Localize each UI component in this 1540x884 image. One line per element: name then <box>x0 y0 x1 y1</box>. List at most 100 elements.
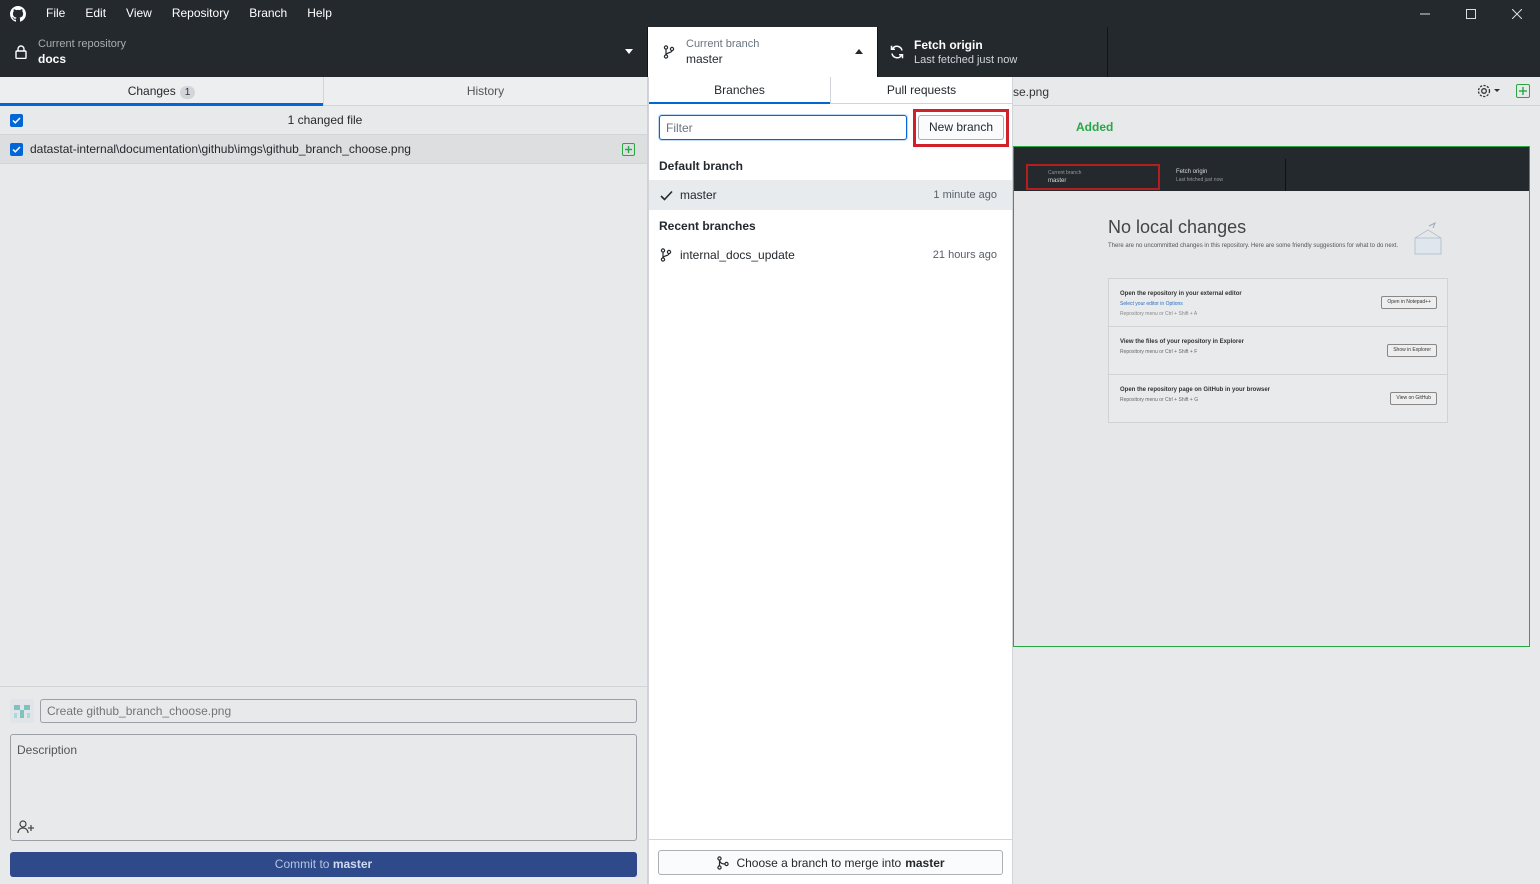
commit-description-field[interactable]: Description <box>10 734 637 841</box>
file-path: datastat-internal\documentation\github\i… <box>30 142 411 156</box>
current-branch-button[interactable]: Current branch master <box>648 27 878 77</box>
avatar <box>10 699 34 723</box>
preview-row-sub: Select your editor in Options <box>1120 301 1183 307</box>
diff-header: se.png <box>1013 77 1540 106</box>
toolbar: Current repository docs Current branch m… <box>0 27 1540 77</box>
tab-branches[interactable]: Branches <box>649 77 830 104</box>
repository-label: Current repository <box>38 38 127 50</box>
merge-icon <box>717 855 730 870</box>
fetch-status: Last fetched just now <box>914 54 1018 66</box>
preview-row-button: View on GitHub <box>1390 392 1437 405</box>
preview-row-title: View the files of your repository in Exp… <box>1120 339 1244 345</box>
empty-illustration-icon <box>1414 221 1442 255</box>
maximize-icon <box>1466 8 1476 19</box>
preview-row-sub: Repository menu or Ctrl + Shift + G <box>1120 397 1199 403</box>
menu-bar: File Edit View Repository Branch Help <box>36 0 342 27</box>
sync-icon <box>888 43 906 61</box>
file-checkbox[interactable] <box>10 142 23 156</box>
branch-name: master <box>680 188 717 202</box>
commit-summary-input[interactable] <box>40 699 637 723</box>
branch-item-internal-docs-update[interactable]: internal_docs_update 21 hours ago <box>649 240 1012 270</box>
menu-edit[interactable]: Edit <box>75 0 116 27</box>
preview-suggestions-card: Open the repository in your external edi… <box>1108 278 1448 423</box>
chevron-up-icon <box>855 49 863 54</box>
default-branch-header: Default branch <box>659 159 744 173</box>
branch-time: 1 minute ago <box>933 189 997 201</box>
file-row[interactable]: datastat-internal\documentation\github\i… <box>0 135 647 164</box>
close-icon <box>1512 8 1522 19</box>
preview-fetch-sub: Last fetched just now <box>1176 177 1223 183</box>
preview-row-title: Open the repository page on GitHub in yo… <box>1120 387 1271 393</box>
preview-suggestion-row: View the files of your repository in Exp… <box>1109 327 1447 375</box>
changes-count-badge: 1 <box>179 86 196 99</box>
menu-branch[interactable]: Branch <box>239 0 297 27</box>
minimize-button[interactable] <box>1402 0 1448 27</box>
tab-changes[interactable]: Changes 1 <box>0 77 323 106</box>
window-controls <box>1402 0 1540 27</box>
branch-filter-input[interactable] <box>659 115 907 140</box>
tab-history[interactable]: History <box>324 77 647 105</box>
merge-button-branch: master <box>905 855 945 870</box>
changes-sidebar: Changes 1 History 1 changed file datastat… <box>0 77 648 884</box>
file-added-icon <box>622 143 635 156</box>
lock-icon <box>12 43 30 61</box>
menu-repository[interactable]: Repository <box>162 0 239 27</box>
chevron-down-icon <box>625 49 633 54</box>
merge-button-prefix: Choose a branch to merge into <box>736 855 902 870</box>
changed-files-header: 1 changed file <box>0 106 647 135</box>
commit-form: Description Commit to master <box>0 686 647 884</box>
minimize-icon <box>1420 13 1430 14</box>
github-logo-icon <box>0 0 36 27</box>
checkmark-icon <box>659 188 673 202</box>
preview-branch-label: Current branch <box>1048 170 1082 176</box>
preview-row-title: Open the repository in your external edi… <box>1120 291 1242 297</box>
merge-branch-button[interactable]: Choose a branch to merge into master <box>658 850 1003 875</box>
preview-row-sub2: Repository menu or Ctrl + Shift + A <box>1120 311 1198 317</box>
branch-dropdown-footer: Choose a branch to merge into master <box>649 839 1012 884</box>
new-branch-button[interactable]: New branch <box>918 115 1004 140</box>
preview-fetch-label: Fetch origin <box>1176 169 1208 175</box>
menu-help[interactable]: Help <box>297 0 342 27</box>
preview-row-sub: Repository menu or Ctrl + Shift + F <box>1120 349 1198 355</box>
tab-pull-requests[interactable]: Pull requests <box>831 77 1012 103</box>
branch-dropdown: Branches Pull requests New branch Defaul… <box>648 77 1013 884</box>
gear-icon[interactable] <box>1476 83 1500 99</box>
commit-button-branch: master <box>332 857 373 871</box>
branch-name: master <box>686 52 723 66</box>
recent-branches-header: Recent branches <box>659 219 756 233</box>
maximize-button[interactable] <box>1448 0 1494 27</box>
repository-name: docs <box>38 52 67 66</box>
preview-title: No local changes <box>1108 217 1247 237</box>
diff-filename: se.png <box>1013 85 1050 99</box>
preview-suggestion-row: Open the repository page on GitHub in yo… <box>1109 375 1447 423</box>
checkmark-icon <box>12 145 21 153</box>
preview-row-button: Show in Explorer <box>1387 344 1437 357</box>
commit-button-prefix: Commit to <box>274 857 330 871</box>
commit-button[interactable]: Commit to master <box>10 852 637 877</box>
preview-subtitle: There are no uncommitted changes in this… <box>1108 243 1399 249</box>
menu-file[interactable]: File <box>36 0 75 27</box>
branch-item-master[interactable]: master 1 minute ago <box>649 180 1012 210</box>
close-button[interactable] <box>1494 0 1540 27</box>
preview-suggestion-row: Open the repository in your external edi… <box>1109 279 1447 327</box>
description-placeholder: Description <box>17 743 78 757</box>
current-repository-button[interactable]: Current repository docs <box>0 27 648 77</box>
branch-name: internal_docs_update <box>680 248 795 262</box>
preview-branch-value: master <box>1048 178 1067 184</box>
fetch-label: Fetch origin <box>914 38 983 52</box>
select-all-checkbox[interactable] <box>10 113 23 127</box>
fetch-origin-button[interactable]: Fetch origin Last fetched just now <box>878 27 1108 77</box>
checkmark-icon <box>12 116 21 124</box>
tab-changes-label: Changes <box>127 84 176 98</box>
menu-view[interactable]: View <box>116 0 162 27</box>
add-coauthor-icon[interactable] <box>17 820 35 834</box>
changed-file-count: 1 changed file <box>287 113 363 127</box>
branch-icon <box>659 248 673 262</box>
branch-label: Current branch <box>686 38 760 50</box>
add-file-icon[interactable] <box>1516 84 1530 98</box>
sidebar-tabs: Changes 1 History <box>0 77 647 106</box>
preview-titlebar <box>1014 147 1529 159</box>
branch-dropdown-tabs: Branches Pull requests <box>649 77 1012 104</box>
diff-panel: se.png Added Current branch master Fetch… <box>1013 77 1540 884</box>
